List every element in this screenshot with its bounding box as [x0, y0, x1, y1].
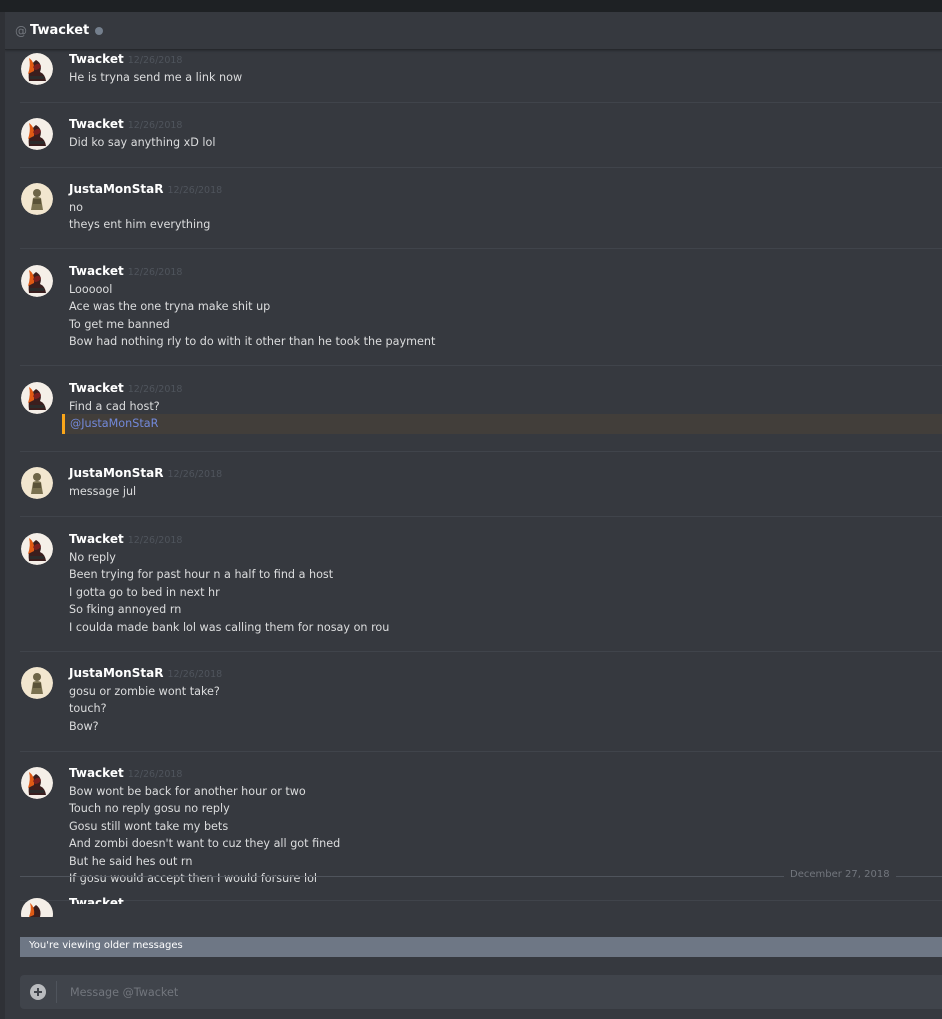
message-header: Twacket 12/26/2018: [69, 117, 942, 134]
message-timestamp: 12/26/2018: [127, 120, 183, 131]
message-timestamp: 12/26/2018: [127, 267, 183, 278]
avatar[interactable]: [20, 897, 54, 917]
message-content: Twacket 12/26/2018 Find a cad host?: [69, 381, 942, 415]
message-author[interactable]: JustaMonStaR: [69, 666, 163, 680]
message-header: JustaMonStaR 12/26/2018: [69, 182, 942, 199]
message-timestamp: 12/26/2018: [167, 469, 223, 480]
message-timestamp: 12/26/2018: [127, 384, 183, 395]
message-text: No reply: [69, 551, 116, 564]
message-content: Twacket 12/26/2018 He is tryna send me a l…: [69, 52, 942, 86]
message-text: I gotta go to bed in next hr: [69, 585, 220, 599]
message-text: To get me banned: [69, 317, 170, 331]
message-text: Find a cad host?: [69, 400, 160, 413]
message-group: JustaMonStaR 12/26/2018 gosu or zombie won…: [20, 666, 942, 752]
message-group: JustaMonStaR 12/26/2018 message jul: [20, 466, 942, 517]
at-icon: @: [15, 23, 27, 38]
message-text: gosu or zombie wont take?: [69, 685, 220, 698]
message-author[interactable]: Twacket: [69, 766, 124, 780]
message-text: But he said hes out rn: [69, 854, 193, 868]
avatar[interactable]: [21, 533, 53, 565]
message-content: JustaMonStaR 12/26/2018 message jul: [69, 466, 942, 500]
date-divider-label: December 27, 2018: [784, 869, 896, 880]
message-text: Touch no reply gosu no reply: [69, 802, 230, 816]
message-group: JustaMonStaR 12/26/2018 no theys ent him ev…: [20, 182, 942, 249]
window-top-strip: [0, 0, 942, 12]
status-indicator-icon: [95, 26, 104, 35]
channel-header: @ Twacket: [5, 12, 942, 50]
message-header: Twacket 12/26/2018: [69, 381, 942, 398]
message-text: Loooool: [69, 283, 113, 296]
message-text: Bow?: [69, 719, 99, 733]
message-author[interactable]: Twacket: [69, 532, 124, 546]
message-group: Twacket 12/26/2018 No reply Been trying for…: [20, 532, 942, 652]
message-group: Twacket 12/26/2018 Find a cad host? @JustaM…: [20, 381, 942, 452]
avatar[interactable]: [21, 53, 53, 85]
composer-divider: [56, 981, 57, 1003]
message-author[interactable]: Twacket: [69, 52, 124, 66]
message-group: Twacket 12/26/2018 Loooool Ace was the one …: [20, 264, 942, 366]
dm-chat-view: @ Twacket Twacket 12/26/2018 He is tryna s…: [5, 12, 942, 1019]
message-group: Twacket 12/26/2018 He is tryna send me a l…: [20, 52, 942, 103]
avatar[interactable]: [21, 118, 53, 150]
message-text: Gosu still wont take my bets: [69, 819, 229, 833]
message-content: JustaMonStaR 12/26/2018 no theys ent him ev…: [69, 182, 942, 234]
message-group: Twacket 12/26/2018 Did ko say anything xD …: [20, 117, 942, 168]
avatar[interactable]: [21, 265, 53, 297]
message-list[interactable]: Twacket 12/26/2018 He is tryna send me a l…: [5, 50, 942, 950]
avatar[interactable]: [21, 382, 53, 414]
message-text: And zombi doesn't want to cuz they all g…: [69, 837, 341, 851]
message-text: I coulda made bank lol was calling them …: [69, 620, 390, 634]
message-content: Twacket 12/26/2018 Loooool Ace was the one …: [69, 264, 942, 351]
avatar[interactable]: [21, 667, 53, 699]
mention-highlight: @JustaMonStaR: [62, 414, 942, 435]
message-group: Twacket 12/26/2018 Bow wont be back for an…: [20, 766, 942, 901]
message-timestamp: 12/26/2018: [127, 769, 183, 780]
avatar[interactable]: [21, 767, 53, 799]
avatar[interactable]: [21, 183, 53, 215]
message-header: Twacket 12/26/2018: [69, 532, 942, 549]
message-content: JustaMonStaR 12/26/2018 gosu or zombie won…: [69, 666, 942, 735]
message-text: theys ent him everything: [69, 218, 211, 232]
older-messages-label: You're viewing older messages: [29, 940, 183, 951]
message-text: no: [69, 201, 83, 214]
older-messages-bar[interactable]: You're viewing older messages: [20, 937, 942, 957]
message-text: Bow wont be back for another hour or two: [69, 785, 306, 798]
channel-title: Twacket: [30, 23, 90, 38]
message-header: Twacket 12/26/2018: [69, 52, 942, 69]
message-content: Twacket 12/26/2018 No reply Been trying for…: [69, 532, 942, 636]
message-author[interactable]: JustaMonStaR: [69, 182, 163, 196]
message-author[interactable]: Twacket: [69, 264, 124, 278]
message-content: Twacket 12/26/2018 Did ko say anything xD …: [69, 117, 942, 151]
avatar[interactable]: [21, 467, 53, 499]
message-text: Did ko say anything xD lol: [69, 136, 216, 149]
message-timestamp: 12/26/2018: [167, 669, 223, 680]
message-text: Bow had nothing rly to do with it other …: [69, 335, 436, 349]
message-text: So fking annoyed rn: [69, 603, 182, 617]
message-timestamp: 12/26/2018: [127, 535, 183, 546]
message-timestamp: 12/26/2018: [127, 55, 183, 66]
message-text: touch?: [69, 702, 107, 716]
message-author[interactable]: JustaMonStaR: [69, 466, 163, 480]
message-text: Ace was the one tryna make shit up: [69, 300, 271, 314]
user-mention[interactable]: @JustaMonStaR: [70, 415, 158, 432]
message-timestamp: 12/26/2018: [167, 185, 223, 196]
message-text: He is tryna send me a link now: [69, 71, 243, 84]
message-header: JustaMonStaR 12/26/2018: [69, 466, 942, 483]
message-text: message jul: [69, 485, 137, 498]
message-input[interactable]: [64, 975, 934, 1009]
message-header: Twacket 12/26/2018: [69, 264, 942, 281]
message-text: Been trying for past hour n a half to fi…: [69, 568, 334, 582]
message-composer: [20, 975, 942, 1009]
message-author[interactable]: Twacket: [69, 896, 124, 904]
message-author[interactable]: Twacket: [69, 381, 124, 395]
message-header: Twacket 12/26/2018: [69, 766, 942, 783]
message-header: JustaMonStaR 12/26/2018: [69, 666, 942, 683]
add-attachment-button[interactable]: [30, 984, 46, 1000]
message-author[interactable]: Twacket: [69, 117, 124, 131]
